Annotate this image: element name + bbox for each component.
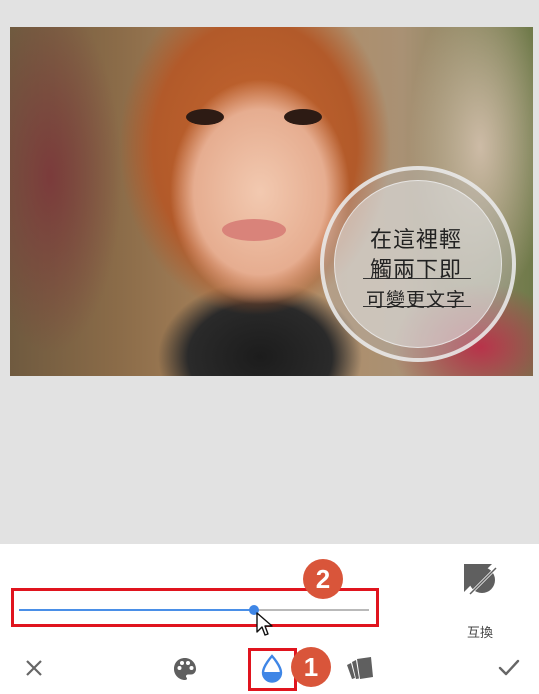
step-2-badge: 2 <box>303 559 343 599</box>
opacity-drop-icon[interactable] <box>259 654 285 684</box>
eye-right <box>284 109 322 125</box>
badge-text-line-3: 可變更文字 <box>365 289 466 311</box>
swap-label: 互換 <box>466 626 493 641</box>
no-symbol-icon <box>464 564 500 598</box>
badge-text-line-2: 觸兩下即 <box>369 258 462 283</box>
image-canvas: 在這裡輕 觸兩下即 可變更文字 <box>0 0 539 544</box>
step-1-badge: 1 <box>291 647 331 687</box>
check-icon[interactable] <box>498 658 520 678</box>
mouse-cursor-icon <box>256 612 273 636</box>
badge-text-line-1: 在這裡輕 <box>369 228 462 253</box>
palette-icon[interactable] <box>172 656 198 682</box>
close-icon[interactable] <box>24 658 44 678</box>
lips <box>222 219 286 241</box>
style-cards-icon[interactable] <box>344 655 374 683</box>
eye-left <box>186 109 224 125</box>
